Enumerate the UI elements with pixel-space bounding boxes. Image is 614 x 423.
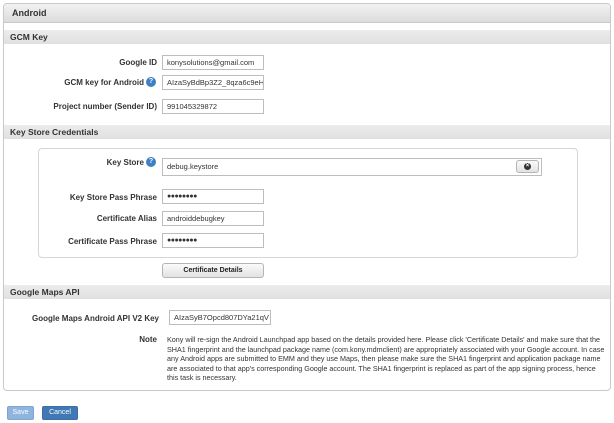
alias-label: Certificate Alias	[96, 214, 157, 223]
section-google-maps: Google Maps API	[4, 285, 610, 299]
project-number-input[interactable]: 991045329872	[162, 99, 264, 114]
close-icon: ×	[524, 162, 531, 170]
certificate-details-button[interactable]: Certificate Details	[162, 263, 264, 278]
maps-api-key-label: Google Maps Android API V2 Key	[32, 314, 159, 323]
gcm-key-label: GCM key for Android	[64, 78, 144, 87]
help-circle-icon[interactable]: ?	[146, 77, 156, 87]
save-button[interactable]: Save	[7, 406, 34, 420]
panel-title: Android	[4, 4, 610, 23]
project-number-label: Project number (Sender ID)	[53, 102, 157, 111]
note-text: Kony will re-sign the Android Launchpad …	[167, 335, 605, 383]
help-circle-icon[interactable]: ?	[146, 157, 156, 167]
maps-api-key-input[interactable]: AIzaSyB7Opcd807DYa21qV	[169, 310, 271, 325]
section-gcm-key: GCM Key	[4, 30, 610, 44]
pass-phrase-input[interactable]: ●●●●●●●●	[162, 189, 264, 204]
cert-pass-label: Certificate Pass Phrase	[68, 237, 157, 246]
google-id-label: Google ID	[119, 58, 157, 67]
pass-phrase-label: Key Store Pass Phrase	[69, 193, 157, 202]
cancel-button[interactable]: Cancel	[42, 406, 78, 420]
key-store-label: Key Store	[106, 158, 144, 167]
note-label: Note	[139, 335, 157, 344]
alias-input[interactable]: androiddebugkey	[162, 211, 264, 226]
google-id-input[interactable]: konysolutions@gmail.com	[162, 55, 264, 70]
android-panel: Android GCM Key Google ID konysolutions@…	[3, 3, 611, 391]
gcm-key-input[interactable]: AIzaSyBdBp3Z2_8qza6c9eH	[162, 75, 264, 90]
cert-pass-input[interactable]: ●●●●●●●●	[162, 233, 264, 248]
remove-keystore-button[interactable]: ×	[516, 160, 539, 173]
section-key-store: Key Store Credentials	[4, 125, 610, 139]
key-store-file-field[interactable]: debug.keystore	[162, 158, 542, 176]
